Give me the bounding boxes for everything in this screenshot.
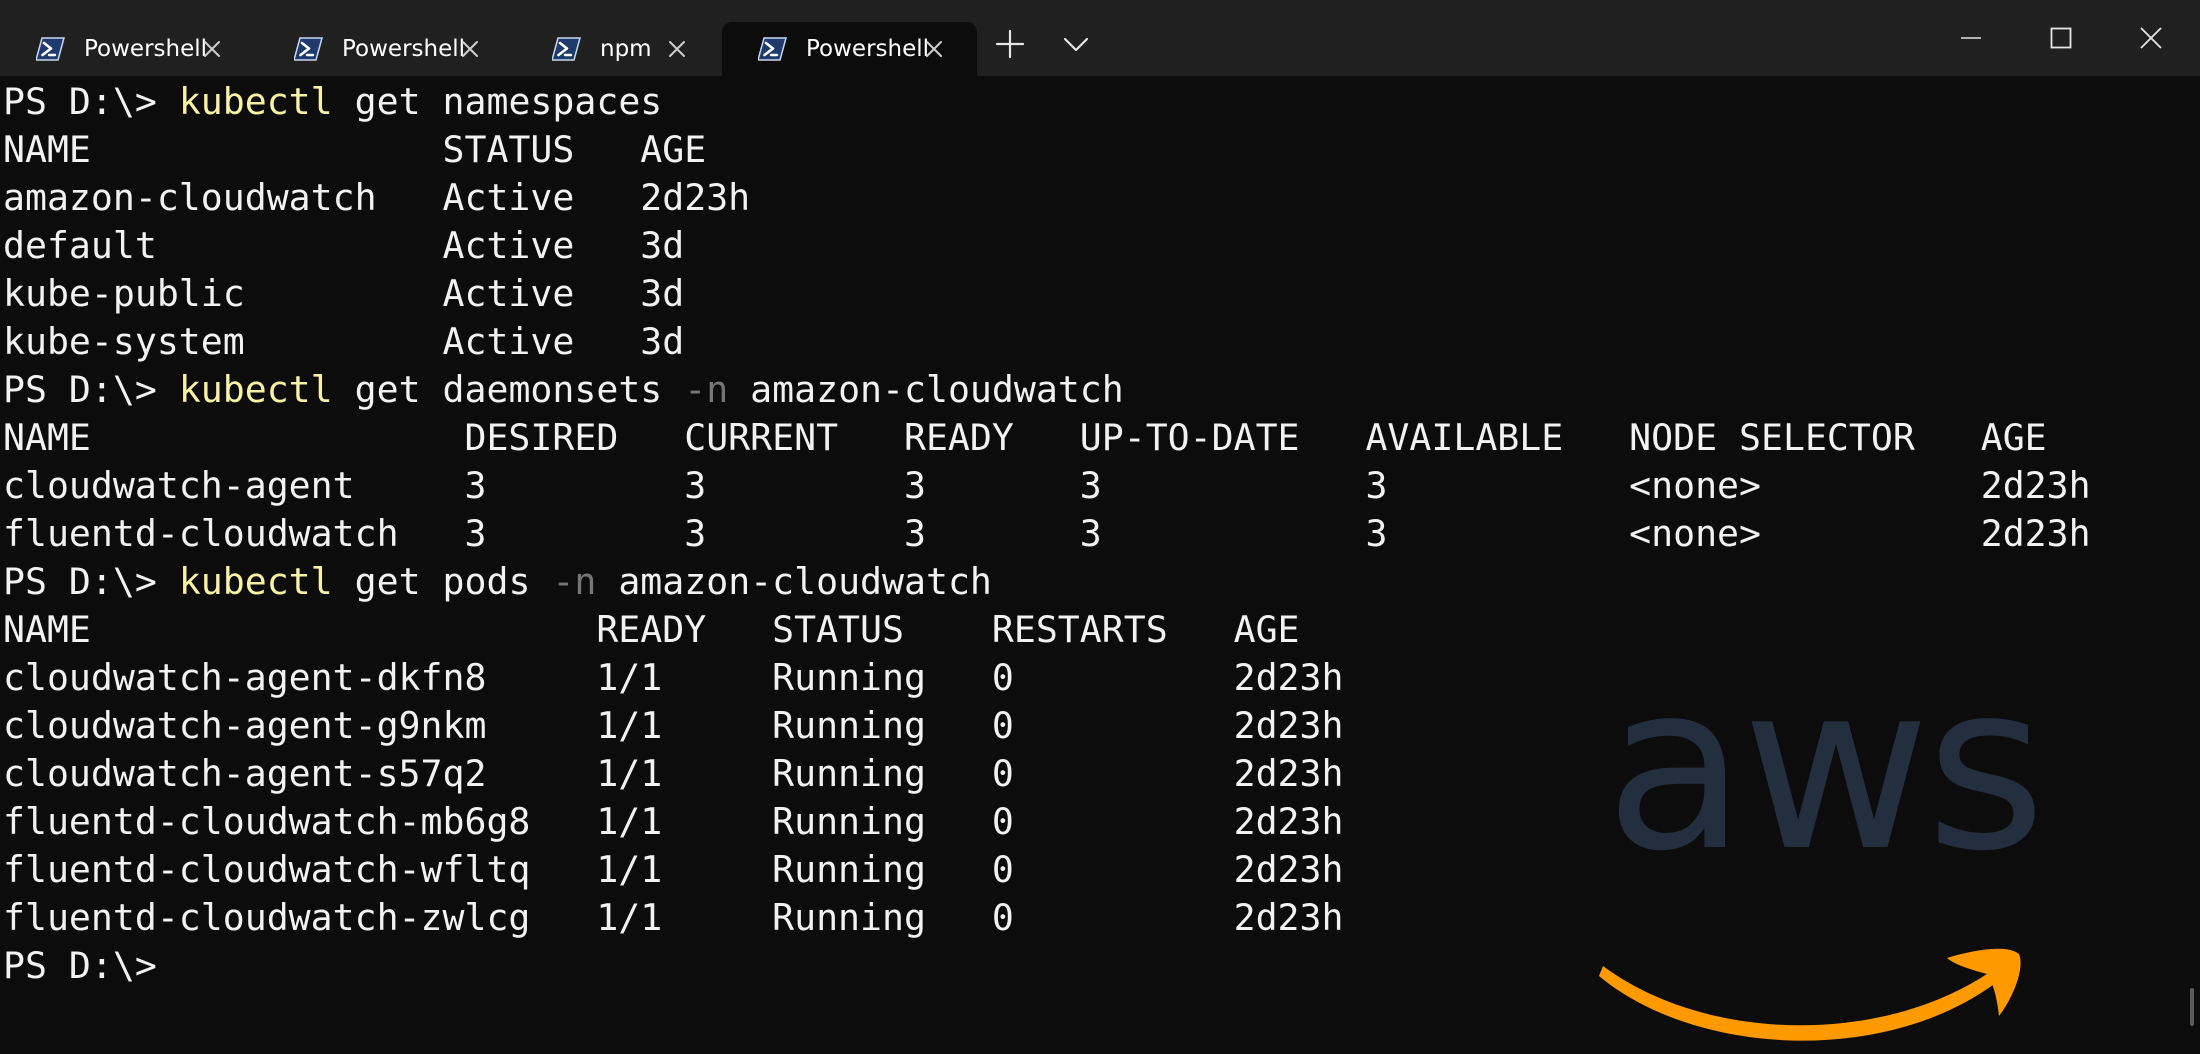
output-text: PS D:\> xyxy=(3,944,157,987)
powershell-icon xyxy=(36,37,65,61)
tab-bar: Powershell Powershell npm Powershell xyxy=(0,0,2200,76)
command-text: kubectl xyxy=(178,80,333,123)
terminal-line: kube-system Active 3d xyxy=(3,318,2091,366)
flag-text: -n xyxy=(684,368,729,411)
output-text: fluentd-cloudwatch-zwlcg 1/1 Running 0 2… xyxy=(3,896,1344,939)
terminal-line: fluentd-cloudwatch 3 3 3 3 3 <none> 2d23… xyxy=(3,510,2091,558)
output-text: amazon-cloudwatch xyxy=(596,560,992,603)
flag-text: -n xyxy=(552,560,597,603)
tab-powershell-2[interactable]: Powershell xyxy=(258,22,513,76)
output-text: get pods xyxy=(332,560,553,603)
close-window-button[interactable] xyxy=(2106,0,2196,76)
output-text: fluentd-cloudwatch-mb6g8 1/1 Running 0 2… xyxy=(3,800,1344,843)
tab-label: Powershell xyxy=(84,36,208,62)
output-text: PS D:\> xyxy=(3,560,179,603)
output-text: PS D:\> xyxy=(3,80,179,123)
powershell-icon xyxy=(758,37,787,61)
output-text: get namespaces xyxy=(332,80,663,123)
new-tab-button[interactable] xyxy=(986,20,1034,68)
plus-icon xyxy=(995,29,1025,59)
output-text: get daemonsets xyxy=(332,368,685,411)
tab-label: Powershell xyxy=(342,36,466,62)
scrollbar-thumb[interactable] xyxy=(2190,988,2194,1026)
close-icon xyxy=(2140,27,2162,49)
aws-logo: aws xyxy=(1595,654,2046,1044)
aws-smile-icon xyxy=(1599,948,2021,1041)
output-text: amazon-cloudwatch xyxy=(728,368,1124,411)
output-text: cloudwatch-agent-dkfn8 1/1 Running 0 2d2… xyxy=(3,656,1344,699)
tab-powershell-active[interactable]: Powershell xyxy=(722,22,977,76)
terminal-line: amazon-cloudwatch Active 2d23h xyxy=(3,174,2091,222)
output-text: PS D:\> xyxy=(3,368,179,411)
output-text: cloudwatch-agent-s57q2 1/1 Running 0 2d2… xyxy=(3,752,1344,795)
maximize-button[interactable] xyxy=(2016,0,2106,76)
terminal-line: PS D:\> kubectl get namespaces xyxy=(3,78,2091,126)
output-text: fluentd-cloudwatch-wfltq 1/1 Running 0 2… xyxy=(3,848,1344,891)
terminal-line: kube-public Active 3d xyxy=(3,270,2091,318)
tab-npm[interactable]: npm xyxy=(516,22,720,76)
output-text: NAME DESIRED CURRENT READY UP-TO-DATE AV… xyxy=(3,416,2047,459)
powershell-icon xyxy=(552,37,581,61)
maximize-icon xyxy=(2050,27,2072,49)
output-text: fluentd-cloudwatch 3 3 3 3 3 <none> 2d23… xyxy=(3,512,2091,555)
output-text: kube-public Active 3d xyxy=(3,272,685,315)
terminal-window: Powershell Powershell npm Powershell PS … xyxy=(0,0,2200,1054)
tab-dropdown-button[interactable] xyxy=(1052,20,1100,68)
aws-logo-text: aws xyxy=(1605,635,2046,902)
terminal-line: PS D:\> kubectl get daemonsets -n amazon… xyxy=(3,366,2091,414)
close-icon[interactable] xyxy=(664,36,690,62)
terminal-output[interactable]: PS D:\> kubectl get namespaces NAME STATU… xyxy=(0,76,2200,1054)
terminal-line: cloudwatch-agent 3 3 3 3 3 <none> 2d23h xyxy=(3,462,2091,510)
output-text: cloudwatch-agent 3 3 3 3 3 <none> 2d23h xyxy=(3,464,2091,507)
output-text: NAME STATUS AGE xyxy=(3,128,707,171)
output-text: amazon-cloudwatch Active 2d23h xyxy=(3,176,751,219)
close-icon[interactable] xyxy=(199,36,225,62)
chevron-down-icon xyxy=(1063,37,1089,52)
terminal-line: default Active 3d xyxy=(3,222,2091,270)
powershell-icon xyxy=(294,37,323,61)
minimize-icon xyxy=(1961,37,1981,39)
output-text: NAME READY STATUS RESTARTS AGE xyxy=(3,608,1300,651)
close-icon[interactable] xyxy=(457,36,483,62)
tab-label: Powershell xyxy=(806,36,930,62)
command-text: kubectl xyxy=(178,560,333,603)
close-icon[interactable] xyxy=(921,36,947,62)
tab-powershell-1[interactable]: Powershell xyxy=(0,22,255,76)
output-text: default Active 3d xyxy=(3,224,685,267)
terminal-line: NAME STATUS AGE xyxy=(3,126,2091,174)
tab-label: npm xyxy=(600,36,652,62)
terminal-line: PS D:\> kubectl get pods -n amazon-cloud… xyxy=(3,558,2091,606)
output-text: cloudwatch-agent-g9nkm 1/1 Running 0 2d2… xyxy=(3,704,1344,747)
command-text: kubectl xyxy=(178,368,333,411)
minimize-button[interactable] xyxy=(1926,0,2016,76)
output-text: kube-system Active 3d xyxy=(3,320,685,363)
terminal-line: NAME DESIRED CURRENT READY UP-TO-DATE AV… xyxy=(3,414,2091,462)
